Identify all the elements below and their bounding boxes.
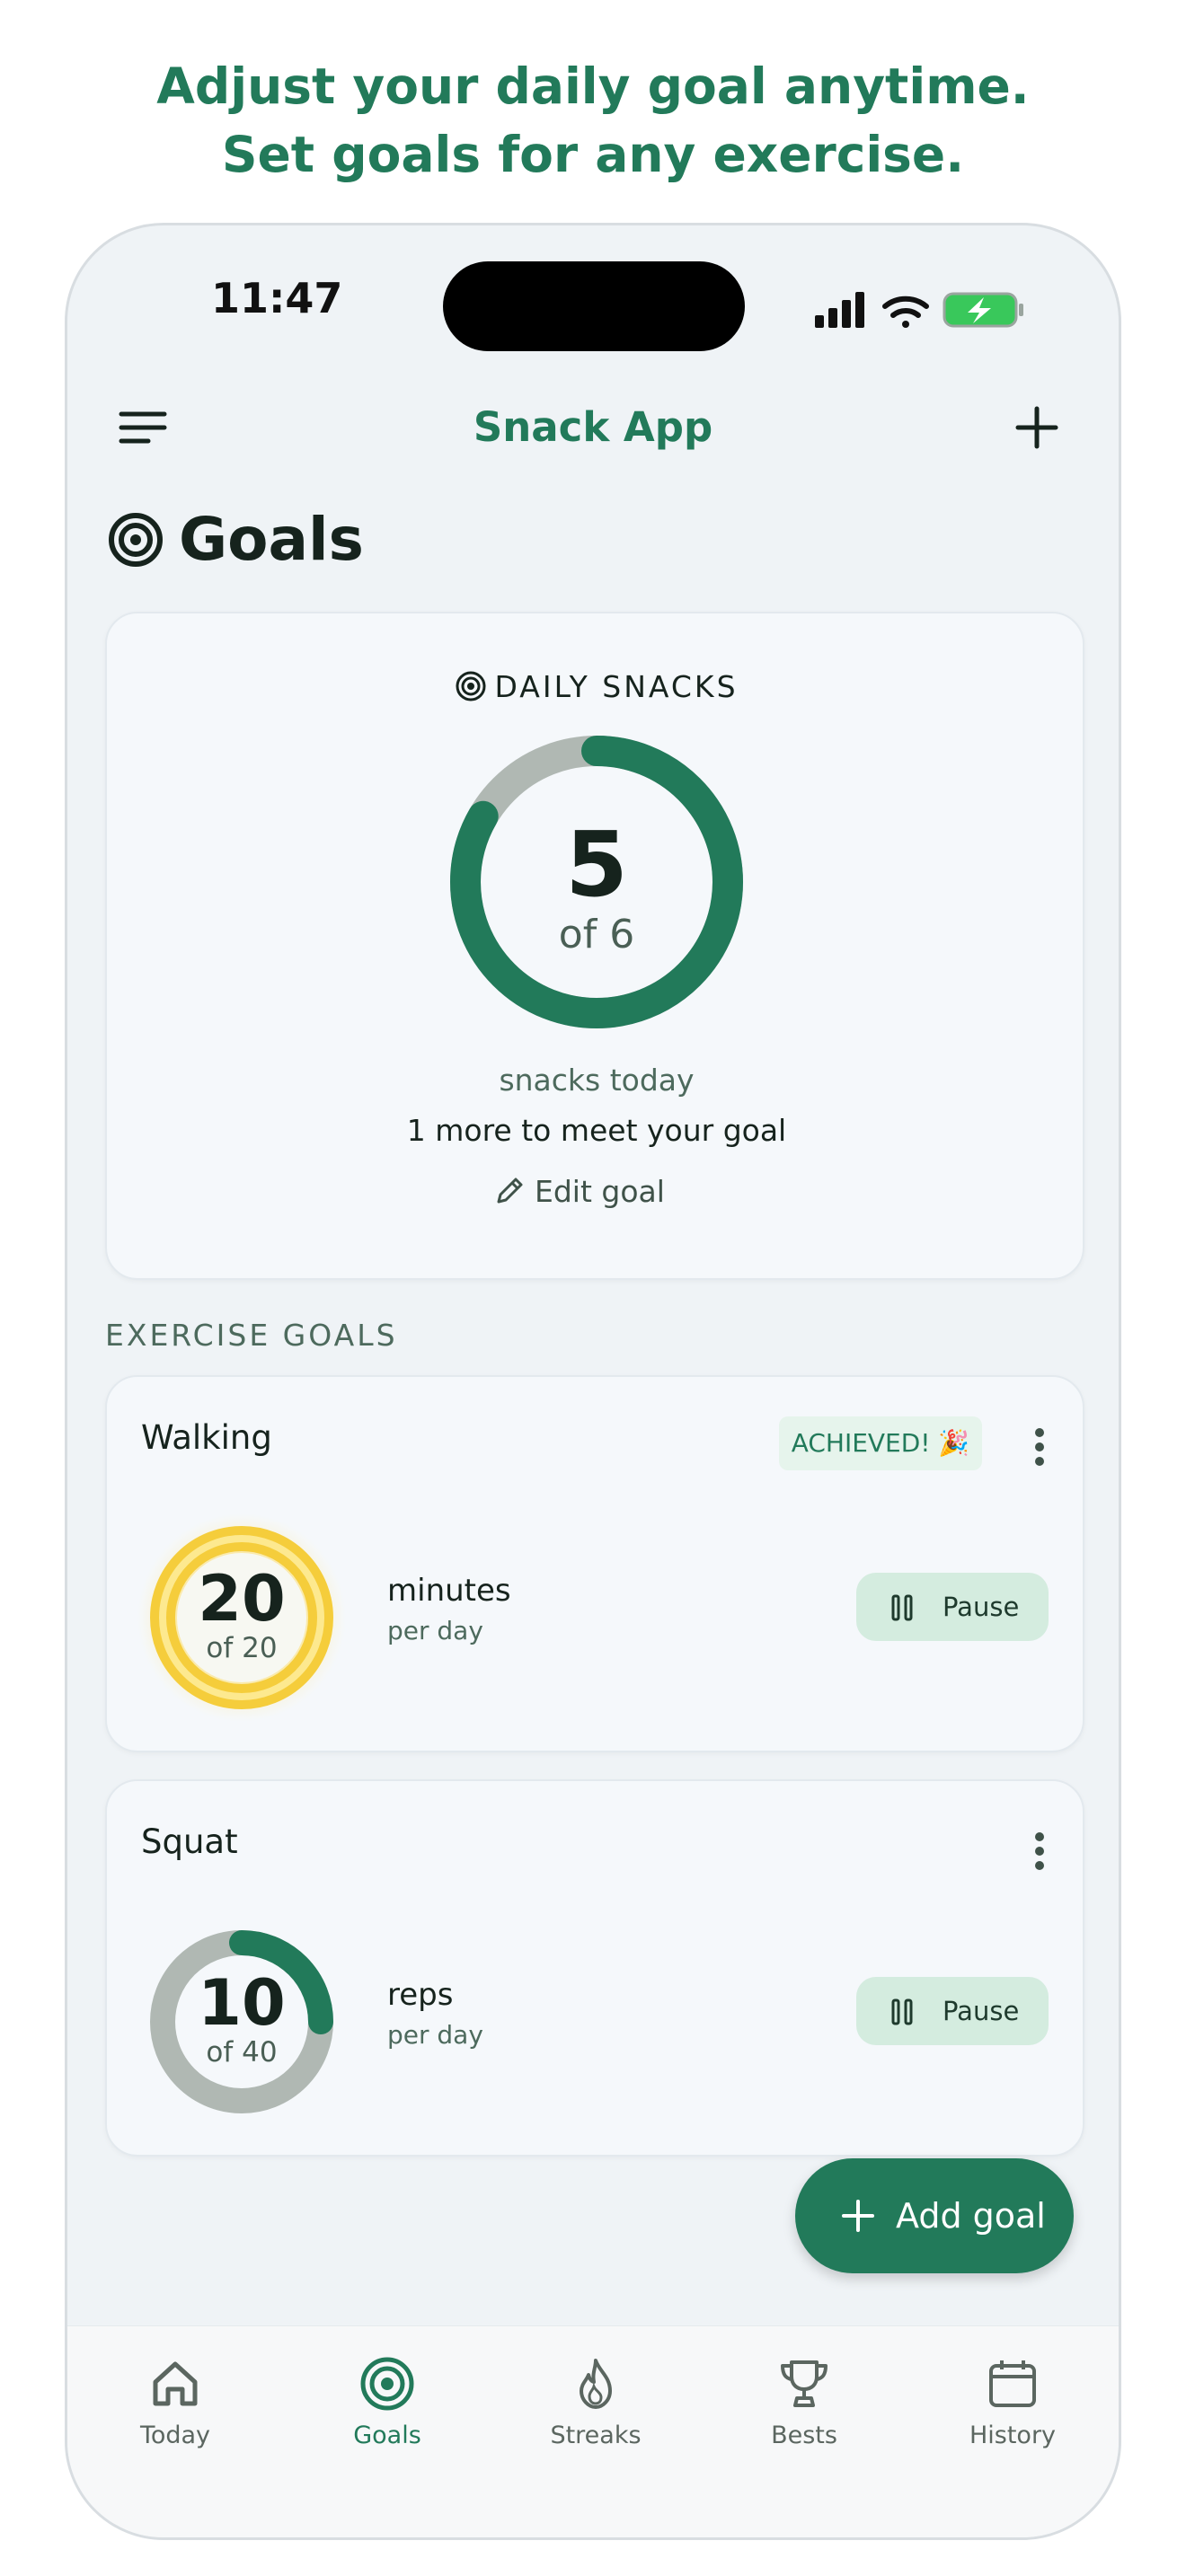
achieved-badge: ACHIEVED! 🎉 — [779, 1416, 982, 1470]
target-icon — [360, 2357, 414, 2411]
signal-icon — [815, 292, 864, 328]
daily-snacks-card: DAILY SNACKS 5 of 6 snacks today 1 more … — [105, 612, 1084, 1280]
daily-subtitle: snacks today — [499, 1063, 695, 1098]
flame-icon — [580, 2359, 612, 2409]
add-goal-label: Add goal — [896, 2196, 1046, 2236]
promo-line-2: Set goals for any exercise. — [221, 126, 965, 183]
dynamic-island — [443, 261, 745, 351]
tab-label: Streaks — [550, 2422, 642, 2449]
add-goal-button[interactable]: Add goal — [795, 2158, 1074, 2273]
goal-of-text: of 20 — [206, 1632, 278, 1664]
add-button[interactable] — [1005, 396, 1068, 459]
goal-value: 10 — [198, 1966, 286, 2040]
calendar-icon — [989, 2360, 1036, 2407]
tab-label: Bests — [771, 2422, 837, 2449]
home-icon — [153, 2361, 198, 2406]
phone-frame: 11:47 Snack App Goals DAILY SNACKS 5 of … — [65, 223, 1121, 2540]
battery-icon — [943, 292, 1023, 328]
tab-label: History — [969, 2422, 1057, 2449]
goal-menu-button[interactable] — [1022, 1826, 1058, 1876]
tab-today[interactable]: Today — [85, 2355, 265, 2463]
tab-label: Goals — [353, 2422, 421, 2449]
edit-goal-label: Edit goal — [535, 1174, 665, 1209]
goal-unit: minutes — [387, 1573, 511, 1609]
daily-count: 5 — [565, 812, 628, 917]
app-title: Snack App — [473, 403, 713, 451]
more-vert-icon — [1035, 1428, 1044, 1466]
status-icons — [815, 288, 1031, 333]
page-title: Goals — [179, 505, 364, 574]
pause-label: Pause — [943, 1592, 1020, 1622]
plus-icon — [1015, 406, 1058, 449]
tab-bests[interactable]: Bests — [714, 2355, 894, 2463]
target-icon — [107, 511, 164, 569]
daily-of-text: of 6 — [558, 912, 635, 957]
goal-of-text: of 40 — [206, 2036, 278, 2069]
pause-icon — [891, 1594, 913, 1621]
pause-button[interactable]: Pause — [856, 1977, 1049, 2045]
promo-headline: Adjust your daily goal anytime. Set goal… — [0, 52, 1186, 189]
goal-value: 20 — [198, 1562, 286, 1636]
tab-history[interactable]: History — [923, 2355, 1102, 2463]
plus-icon — [842, 2200, 874, 2232]
more-vert-icon — [1035, 1832, 1044, 1870]
target-icon — [456, 671, 486, 701]
bottom-tab-bar: Today Goals Streaks Bests History — [67, 2325, 1119, 2537]
goal-menu-button[interactable] — [1022, 1422, 1058, 1472]
goal-card-squat: Squat 10 of 40 reps per day Pause — [105, 1779, 1084, 2157]
tab-streaks[interactable]: Streaks — [506, 2355, 686, 2463]
edit-goal-button[interactable]: Edit goal — [493, 1167, 700, 1217]
pencil-icon — [497, 1178, 523, 1204]
goal-card-walking: Walking ACHIEVED! 🎉 20 of 20 minutes per… — [105, 1375, 1084, 1752]
goal-unit: reps — [387, 1977, 454, 2013]
daily-label: DAILY SNACKS — [494, 669, 739, 704]
section-label: EXERCISE GOALS — [105, 1318, 398, 1353]
goal-period: per day — [387, 2020, 483, 2050]
promo-line-1: Adjust your daily goal anytime. — [156, 57, 1030, 115]
daily-label-row: DAILY SNACKS — [107, 669, 1086, 709]
wifi-icon — [882, 296, 929, 328]
status-time: 11:47 — [211, 274, 343, 322]
goal-name: Walking — [141, 1418, 272, 1457]
tab-goals[interactable]: Goals — [297, 2355, 477, 2463]
trophy-icon — [781, 2360, 828, 2407]
daily-message: 1 more to meet your goal — [406, 1113, 787, 1148]
pause-icon — [891, 1998, 913, 2025]
goal-name: Squat — [141, 1822, 238, 1861]
pause-button[interactable]: Pause — [856, 1573, 1049, 1641]
pause-label: Pause — [943, 1996, 1020, 2026]
goal-period: per day — [387, 1616, 483, 1645]
tab-label: Today — [139, 2422, 211, 2449]
